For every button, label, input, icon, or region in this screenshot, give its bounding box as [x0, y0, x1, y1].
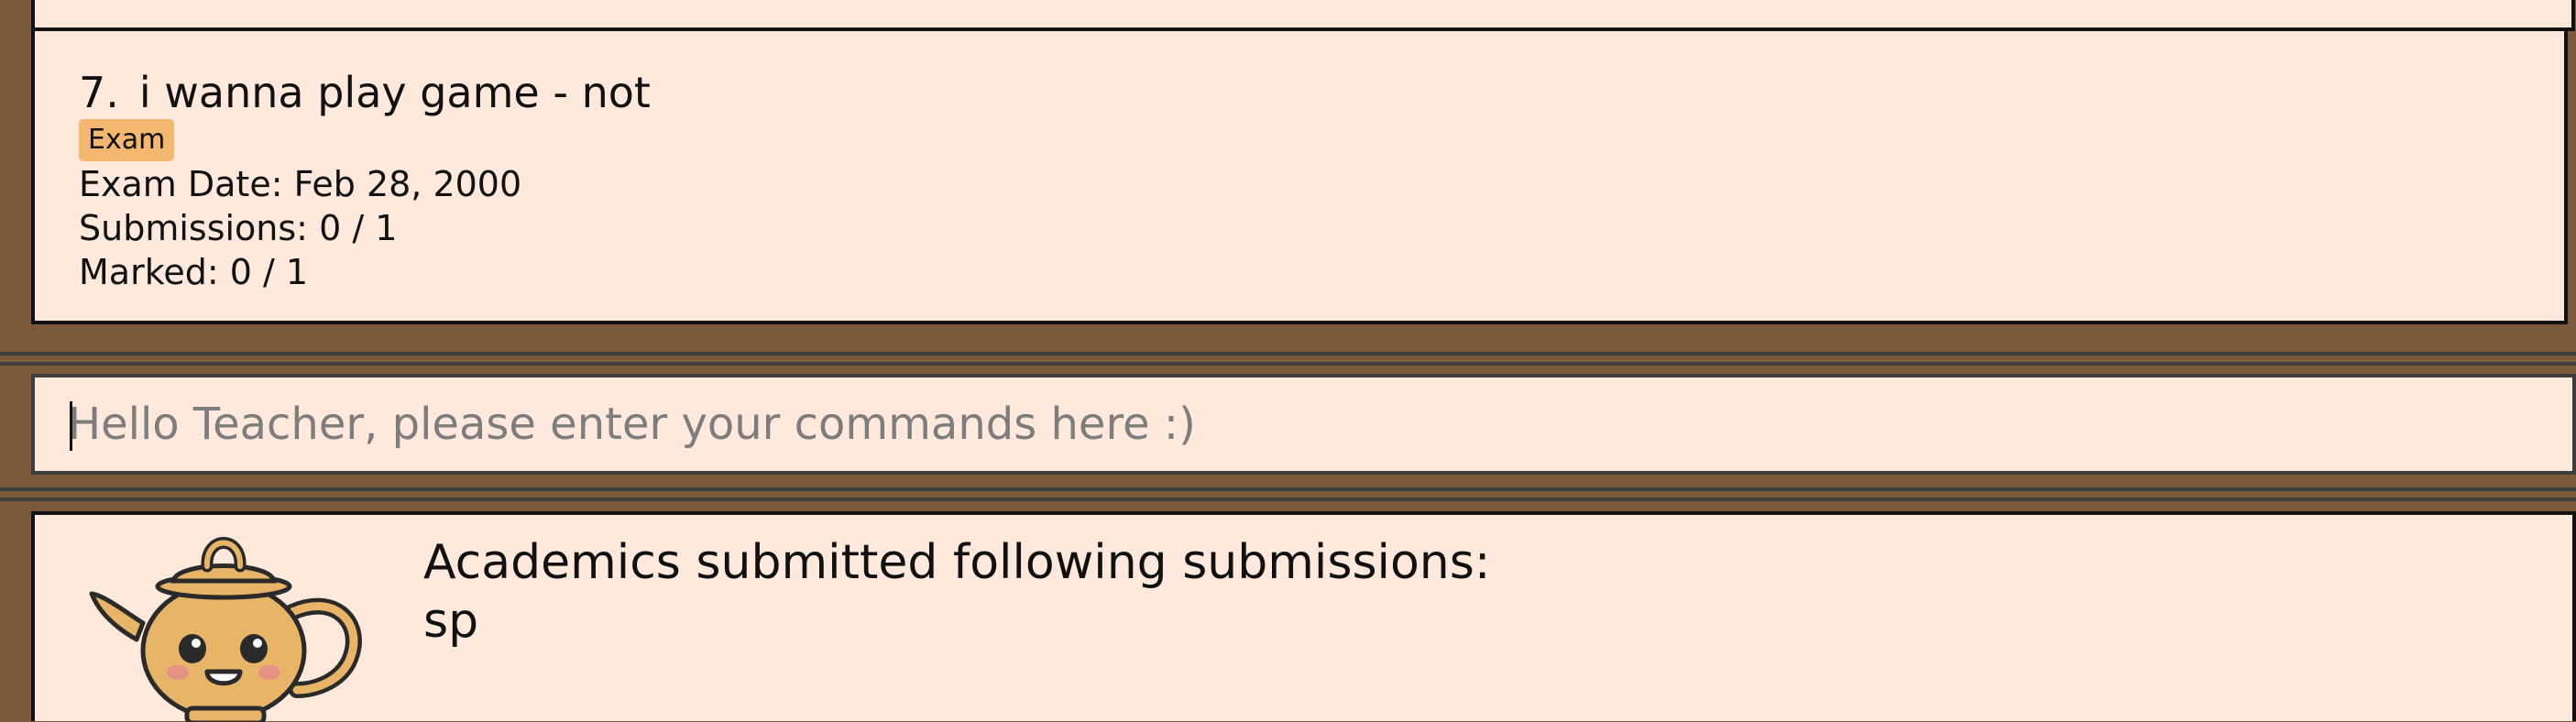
section-divider	[0, 362, 2576, 366]
section-divider	[0, 487, 2576, 491]
section-divider	[0, 498, 2576, 501]
task-index: 7.	[79, 68, 119, 117]
task-marked: Marked: 0 / 1	[79, 252, 309, 292]
task-name: i wanna play game - not	[138, 68, 651, 117]
text-caret	[70, 401, 72, 451]
result-message-line: sp	[423, 594, 479, 649]
result-display: Academics submitted following submission…	[31, 511, 2576, 722]
task-card[interactable]: 7. i wanna play game - not Exam Exam Date…	[31, 27, 2568, 324]
command-box	[31, 374, 2576, 475]
window-frame	[0, 0, 31, 721]
previous-task-card[interactable]	[31, 0, 2575, 31]
task-submissions: Submissions: 0 / 1	[79, 208, 398, 248]
task-title: 7. i wanna play game - not	[79, 68, 651, 117]
task-exam-date: Exam Date: Feb 28, 2000	[79, 164, 522, 204]
task-type-badge: Exam	[79, 119, 175, 161]
teapot-mascot-icon	[89, 537, 362, 722]
command-input[interactable]	[68, 392, 2542, 456]
result-message-line: Academics submitted following submission…	[423, 535, 1491, 590]
section-divider	[0, 352, 2576, 356]
